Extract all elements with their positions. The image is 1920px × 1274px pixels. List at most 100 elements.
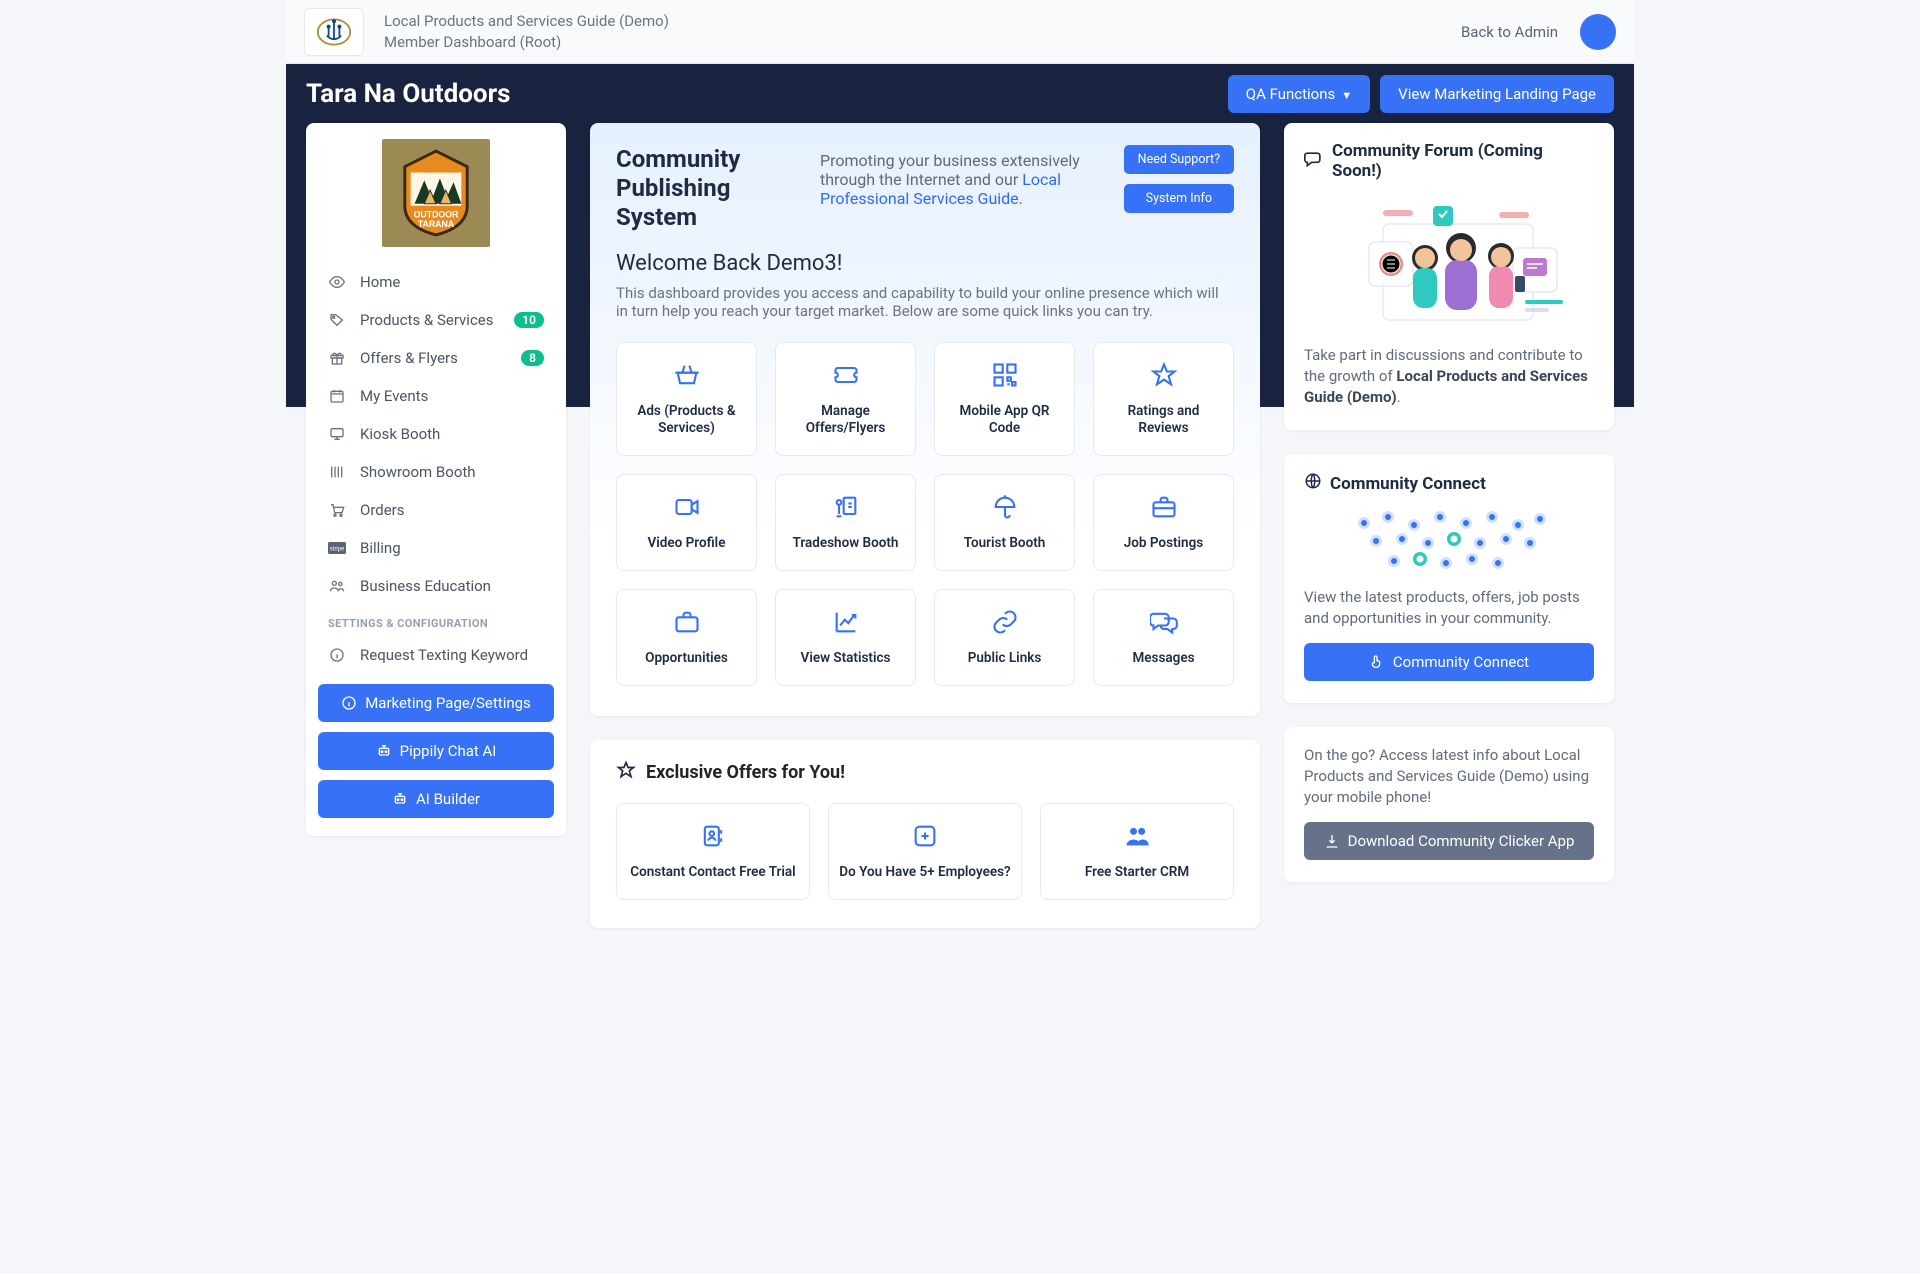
- sidebar-item-showroom[interactable]: Showroom Booth: [318, 453, 554, 491]
- offers-heading: Exclusive Offers for You!: [646, 762, 845, 783]
- forum-text: Take part in discussions and contribute …: [1304, 345, 1594, 408]
- sidebar-item-request-keyword[interactable]: Request Texting Keyword: [318, 636, 554, 674]
- pointer-icon: [1369, 654, 1385, 670]
- sidebar-item-orders[interactable]: Orders: [318, 491, 554, 529]
- hero-card: Community Publishing System Promoting yo…: [590, 123, 1260, 716]
- app-logo[interactable]: [304, 8, 364, 56]
- sidebar-item-products[interactable]: Products & Services 10: [318, 301, 554, 339]
- community-connect-button[interactable]: Community Connect: [1304, 643, 1594, 681]
- tile-label: Public Links: [968, 650, 1042, 667]
- tile-statistics[interactable]: View Statistics: [775, 589, 916, 686]
- qa-functions-button[interactable]: QA Functions ▼: [1228, 75, 1370, 113]
- robot-icon: [376, 743, 392, 759]
- tile-ratings[interactable]: Ratings and Reviews: [1093, 342, 1234, 456]
- ai-builder-button[interactable]: AI Builder: [318, 780, 554, 818]
- chat-icon: [1304, 149, 1324, 174]
- sidebar-item-home[interactable]: Home: [318, 263, 554, 301]
- sidebar-item-label: Kiosk Booth: [360, 425, 544, 443]
- clicker-card: On the go? Access latest info about Loca…: [1284, 727, 1614, 882]
- presentation-icon: [832, 493, 860, 525]
- cart-icon: [328, 502, 346, 518]
- hero-description: This dashboard provides you access and c…: [616, 284, 1234, 320]
- sidebar-item-education[interactable]: Business Education: [318, 567, 554, 605]
- svg-text:OUTDOOR: OUTDOOR: [414, 209, 459, 219]
- globe-icon: [1304, 472, 1322, 495]
- sidebar-item-label: Billing: [360, 539, 544, 557]
- tile-label: Manage Offers/Flyers: [786, 403, 905, 437]
- umbrella-icon: [991, 493, 1019, 525]
- info-icon: [328, 647, 346, 663]
- chevron-down-icon: ▼: [1341, 89, 1352, 102]
- count-badge: 10: [514, 312, 544, 328]
- button-label: Community Connect: [1393, 653, 1529, 671]
- offer-tile-employees[interactable]: Do You Have 5+ Employees?: [828, 803, 1022, 900]
- tile-label: Do You Have 5+ Employees?: [839, 864, 1010, 881]
- tile-jobs[interactable]: Job Postings: [1093, 474, 1234, 571]
- sidebar-item-label: Showroom Booth: [360, 463, 544, 481]
- sidebar-item-label: Request Texting Keyword: [360, 646, 544, 664]
- tile-tradeshow[interactable]: Tradeshow Booth: [775, 474, 916, 571]
- forum-card: Community Forum (Coming Soon!): [1284, 123, 1614, 430]
- tile-public-links[interactable]: Public Links: [934, 589, 1075, 686]
- tile-offers[interactable]: Manage Offers/Flyers: [775, 342, 916, 456]
- button-label: Download Community Clicker App: [1348, 832, 1575, 850]
- forum-illustration: [1304, 195, 1594, 335]
- download-icon: [1324, 833, 1340, 849]
- site-title: Local Products and Services Guide (Demo): [384, 11, 1461, 31]
- people-icon: [328, 578, 346, 594]
- tile-opportunities[interactable]: Opportunities: [616, 589, 757, 686]
- view-landing-button[interactable]: View Marketing Landing Page: [1380, 75, 1614, 113]
- welcome-heading: Welcome Back Demo3!: [616, 251, 1234, 276]
- page-subtitle: Member Dashboard (Root): [384, 32, 1461, 52]
- tile-tourist[interactable]: Tourist Booth: [934, 474, 1075, 571]
- tile-label: Video Profile: [648, 535, 726, 552]
- eye-icon: [328, 274, 346, 290]
- sidebar-item-billing[interactable]: stripe Billing: [318, 529, 554, 567]
- offers-card: Exclusive Offers for You! Constant Conta…: [590, 740, 1260, 928]
- users-icon: [1123, 822, 1151, 854]
- robot-icon: [392, 791, 408, 807]
- sidebar-item-kiosk[interactable]: Kiosk Booth: [318, 415, 554, 453]
- sidebar-item-label: Business Education: [360, 577, 544, 595]
- tile-ads[interactable]: Ads (Products & Services): [616, 342, 757, 456]
- chat-icon: [1150, 608, 1178, 640]
- need-support-button[interactable]: Need Support?: [1124, 145, 1234, 174]
- qr-icon: [991, 361, 1019, 393]
- info-icon: [341, 695, 357, 711]
- plus-square-icon: [911, 822, 939, 854]
- tile-label: Tradeshow Booth: [793, 535, 899, 552]
- sidebar-item-events[interactable]: My Events: [318, 377, 554, 415]
- tile-label: Ratings and Reviews: [1104, 403, 1223, 437]
- star-icon: [1150, 361, 1178, 393]
- back-to-admin-link[interactable]: Back to Admin: [1461, 23, 1558, 41]
- columns-icon: [328, 464, 346, 480]
- tile-label: Tourist Booth: [964, 535, 1046, 552]
- monitor-icon: [328, 426, 346, 442]
- avatar[interactable]: [1580, 14, 1616, 50]
- qa-functions-label: QA Functions: [1246, 85, 1336, 103]
- connect-title: Community Connect: [1330, 474, 1486, 494]
- top-bar: Local Products and Services Guide (Demo)…: [286, 0, 1634, 64]
- hero-title: Community Publishing System: [616, 145, 796, 231]
- workspace-name: Tara Na Outdoors: [306, 79, 510, 109]
- tile-label: Free Starter CRM: [1085, 864, 1189, 881]
- system-info-button[interactable]: System Info: [1124, 184, 1234, 213]
- tile-messages[interactable]: Messages: [1093, 589, 1234, 686]
- quicklinks-grid: Ads (Products & Services) Manage Offers/…: [616, 342, 1234, 686]
- link-icon: [991, 608, 1019, 640]
- sidebar-section-heading: SETTINGS & CONFIGURATION: [318, 605, 554, 636]
- marketing-settings-button[interactable]: Marketing Page/Settings: [318, 684, 554, 722]
- tile-label: Constant Contact Free Trial: [630, 864, 795, 881]
- sidebar-item-label: Products & Services: [360, 311, 500, 329]
- offer-tile-constant-contact[interactable]: Constant Contact Free Trial: [616, 803, 810, 900]
- offer-tile-crm[interactable]: Free Starter CRM: [1040, 803, 1234, 900]
- tile-qr[interactable]: Mobile App QR Code: [934, 342, 1075, 456]
- download-clicker-button[interactable]: Download Community Clicker App: [1304, 822, 1594, 860]
- tile-label: Messages: [1132, 650, 1194, 667]
- pippily-chat-button[interactable]: Pippily Chat AI: [318, 732, 554, 770]
- sidebar-item-offers[interactable]: Offers & Flyers 8: [318, 339, 554, 377]
- tile-video[interactable]: Video Profile: [616, 474, 757, 571]
- gift-icon: [328, 350, 346, 366]
- tile-label: Mobile App QR Code: [945, 403, 1064, 437]
- connect-text: View the latest products, offers, job po…: [1304, 587, 1594, 629]
